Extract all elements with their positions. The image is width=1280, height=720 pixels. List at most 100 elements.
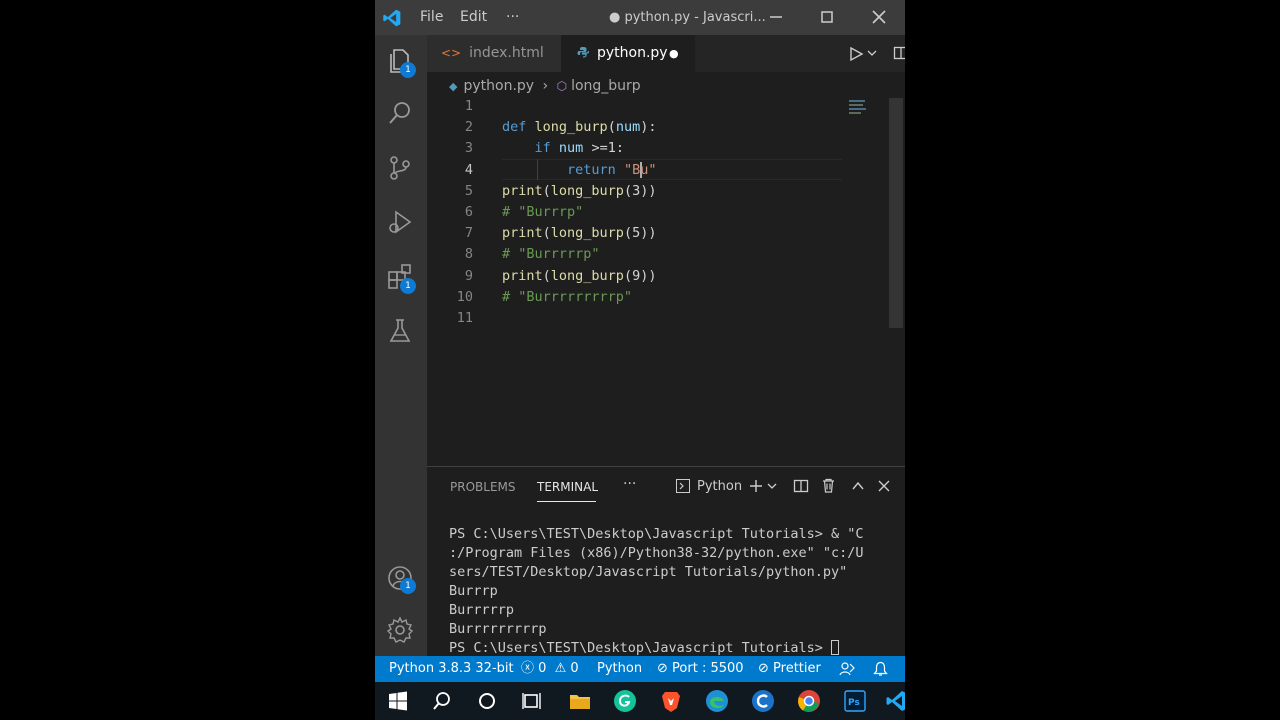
- windows-start-icon[interactable]: [386, 689, 410, 713]
- code-line: 1: [427, 96, 847, 117]
- code-text: # "Burrrrrp": [502, 244, 600, 265]
- code-token: (: [607, 119, 616, 136]
- code-token: num: [615, 119, 641, 136]
- code-text: def long_burp(num):: [502, 117, 656, 138]
- file-explorer-icon[interactable]: [568, 689, 592, 713]
- code-token: long_burp: [550, 182, 624, 199]
- maximize-panel-chevron-up-icon[interactable]: [851, 479, 865, 493]
- panel-more-icon[interactable]: ···: [623, 476, 636, 492]
- title-bar: File Edit ··· ● python.py - Javascri...: [375, 0, 905, 35]
- line-number: 6: [464, 204, 473, 220]
- notifications-bell-icon[interactable]: [873, 661, 888, 677]
- line-number: 3: [464, 140, 473, 157]
- line-number: 11: [456, 310, 473, 326]
- extensions-badge: 1: [400, 278, 416, 294]
- split-editor-icon[interactable]: [893, 45, 905, 61]
- photoshop-icon[interactable]: Ps: [843, 689, 867, 713]
- code-token: num: [558, 140, 584, 157]
- code-token: print: [502, 225, 543, 242]
- search-icon[interactable]: [385, 98, 415, 128]
- menu-more[interactable]: ···: [506, 9, 519, 25]
- task-view-icon[interactable]: [520, 689, 544, 713]
- line-number: 7: [464, 225, 473, 242]
- terminal-name[interactable]: Python: [697, 479, 742, 494]
- close-panel-icon[interactable]: [877, 479, 891, 493]
- tab-problems[interactable]: PROBLEMS: [450, 480, 516, 494]
- code-token: # "Burrrrrp": [502, 246, 600, 263]
- accounts-badge: 1: [400, 578, 416, 594]
- live-server-port[interactable]: ⊘ Port : 5500: [657, 656, 744, 682]
- terminal-icon: [676, 479, 690, 493]
- terminal-line: :/Program Files (x86)/Python38-32/python…: [449, 545, 864, 561]
- new-terminal-plus-icon[interactable]: [748, 478, 764, 494]
- trash-icon[interactable]: [821, 478, 836, 493]
- code-editor[interactable]: 1 2 def long_burp(num): 3 if num >=1: 4 retu…: [427, 96, 905, 466]
- feedback-icon[interactable]: [839, 661, 855, 677]
- testing-flask-icon[interactable]: [385, 316, 415, 346]
- language-mode[interactable]: Python: [597, 656, 642, 682]
- terminal-line: Burrrp: [449, 583, 498, 599]
- code-token: print: [502, 182, 543, 199]
- terminal-line: Burrrrrp: [449, 602, 515, 618]
- cortana-icon[interactable]: [475, 689, 499, 713]
- code-token: long_burp: [550, 267, 624, 284]
- problems-indicator[interactable]: ⓧ 0 ⚠ 0: [521, 656, 579, 682]
- html-icon: <>: [441, 46, 462, 60]
- code-token: (: [542, 267, 551, 284]
- menu-edit[interactable]: Edit: [460, 9, 487, 25]
- line-number: 5: [464, 182, 473, 199]
- tab-python-py[interactable]: python.py ●: [561, 35, 695, 72]
- search-icon[interactable]: [430, 689, 454, 713]
- breadcrumb-symbol[interactable]: long_burp: [571, 78, 641, 94]
- breadcrumb-file[interactable]: python.py: [463, 78, 534, 94]
- warning-count: 0: [570, 661, 579, 676]
- ccleaner-icon[interactable]: [751, 689, 775, 713]
- tab-index-html[interactable]: <> index.html: [427, 35, 561, 72]
- explorer-badge: 1: [400, 62, 416, 78]
- code-token: if: [534, 140, 551, 157]
- terminal-output[interactable]: PS C:\Users\TEST\Desktop\Javascript Tuto…: [449, 525, 899, 658]
- chrome-icon[interactable]: [797, 689, 821, 713]
- terminal-line: Burrrrrrrrrp: [449, 621, 547, 637]
- settings-gear-icon[interactable]: [385, 615, 415, 645]
- maximize-icon[interactable]: [816, 6, 838, 28]
- minimize-icon[interactable]: [765, 6, 787, 28]
- run-python-icon[interactable]: [848, 46, 864, 62]
- warning-icon: ⚠: [554, 661, 567, 676]
- svg-text:Ps: Ps: [848, 698, 860, 708]
- vscode-logo-icon: [383, 9, 401, 27]
- code-line: 3 if num >=1:: [427, 138, 847, 159]
- code-token: (5)): [623, 225, 657, 242]
- vertical-scrollbar[interactable]: [889, 98, 903, 328]
- code-token: ):: [640, 119, 657, 136]
- run-debug-icon[interactable]: [385, 207, 415, 237]
- split-terminal-icon[interactable]: [793, 478, 809, 494]
- code-token: # "Burrrrrrrrrp": [502, 288, 633, 305]
- code-line: 2 def long_burp(num):: [427, 117, 847, 138]
- code-line: 9 print(long_burp(9)): [427, 266, 847, 287]
- code-text: print(long_burp(9)): [502, 266, 656, 287]
- text-cursor: [640, 162, 642, 178]
- tab-terminal[interactable]: TERMINAL: [537, 480, 598, 494]
- line-number: 10: [456, 288, 473, 305]
- code-line: 7 print(long_burp(5)): [427, 223, 847, 244]
- prettier-status[interactable]: ⊘ Prettier: [758, 656, 821, 682]
- line-number: 8: [464, 246, 473, 263]
- python-interpreter[interactable]: Python 3.8.3 32-bit: [389, 656, 514, 682]
- code-text: # "Burrrp": [502, 202, 583, 223]
- chevron-down-icon[interactable]: [767, 481, 777, 491]
- menu-file[interactable]: File: [420, 9, 443, 25]
- terminal-line: sers/TEST/Desktop/Javascript Tutorials/p…: [449, 564, 848, 580]
- no-entry-icon: ⊘: [657, 661, 668, 676]
- source-control-icon[interactable]: [385, 153, 415, 183]
- symbol-method-icon: ⬡: [556, 79, 568, 93]
- grammarly-icon[interactable]: [613, 689, 637, 713]
- brave-icon[interactable]: [659, 689, 683, 713]
- edge-icon[interactable]: [705, 689, 729, 713]
- close-icon[interactable]: [868, 6, 890, 28]
- vscode-taskbar-icon[interactable]: [885, 689, 905, 713]
- chevron-down-icon[interactable]: [867, 48, 877, 58]
- chevron-right-icon: ›: [542, 78, 549, 94]
- unsaved-dot-icon[interactable]: ●: [669, 35, 679, 72]
